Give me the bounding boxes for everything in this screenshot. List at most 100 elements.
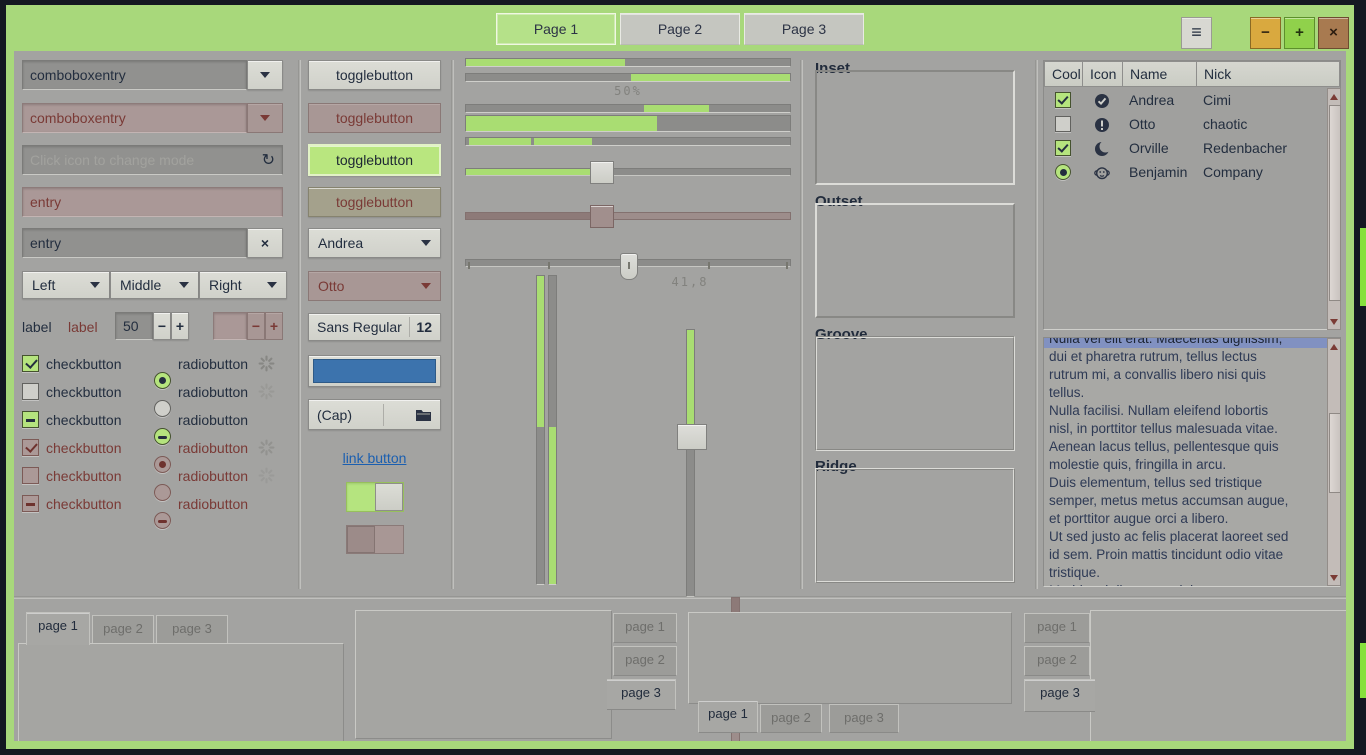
comboboxentry-dropdown-button[interactable] xyxy=(247,60,283,90)
scrollbar-thumb[interactable] xyxy=(1329,105,1341,301)
hamburger-icon: ≡ xyxy=(1191,22,1202,42)
color-swatch xyxy=(313,359,436,383)
checkbutton-label: checkbutton xyxy=(46,496,122,513)
column-header-name[interactable]: Name xyxy=(1123,61,1197,87)
column-header-icon[interactable]: Icon xyxy=(1083,61,1123,87)
vscale[interactable] xyxy=(686,329,695,597)
column-header-nick[interactable]: Nick xyxy=(1197,61,1340,87)
treeview-scrollbar[interactable] xyxy=(1327,88,1341,330)
row-radio-selected[interactable] xyxy=(1055,164,1071,180)
hscale-knob[interactable] xyxy=(590,161,614,184)
checkbutton-checked[interactable] xyxy=(22,355,39,372)
close-button[interactable]: × xyxy=(1318,17,1349,49)
row-checkbox-checked[interactable] xyxy=(1055,140,1071,156)
checkbutton-label: checkbutton xyxy=(46,412,122,429)
spinner-icon xyxy=(258,383,275,400)
link-button-label: link button xyxy=(343,450,407,466)
scrollbar-thumb[interactable] xyxy=(1329,413,1341,493)
font-button[interactable]: Sans Regular 12 xyxy=(308,313,441,341)
link-button[interactable]: link button xyxy=(308,450,441,468)
name-combobox[interactable]: Andrea xyxy=(308,228,441,258)
switch-knob[interactable] xyxy=(375,483,403,511)
cell-nick: Cimi xyxy=(1203,92,1231,108)
align-combo-middle[interactable]: Middle xyxy=(110,271,199,299)
maximize-button[interactable]: + xyxy=(1284,17,1315,49)
check-icon xyxy=(25,356,38,369)
table-row[interactable]: Otto chaotic xyxy=(1044,113,1326,137)
column-header-cool[interactable]: Cool xyxy=(1044,61,1083,87)
titlebar-tab-page2[interactable]: Page 2 xyxy=(620,13,740,45)
notebook3-tab-page3[interactable]: page 3 xyxy=(829,704,899,733)
minimize-button[interactable]: − xyxy=(1250,17,1281,49)
togglebutton-active[interactable]: togglebutton xyxy=(308,144,441,176)
table-row[interactable]: Benjamin Company xyxy=(1044,161,1326,185)
text-line: dui et pharetra rutrum, tellus lectus xyxy=(1044,348,1340,366)
titlebar[interactable]: Page 1 Page 2 Page 3 ≡ − + × xyxy=(6,5,1354,51)
row-checkbox-checked[interactable] xyxy=(1055,92,1071,108)
notebook3-tab-page2[interactable]: page 2 xyxy=(760,704,822,733)
checkbutton-unchecked[interactable] xyxy=(22,383,39,400)
titlebar-tab-page1[interactable]: Page 1 xyxy=(496,13,616,45)
togglebutton-label: togglebutton xyxy=(336,110,413,126)
vscale-knob[interactable] xyxy=(677,424,707,450)
spin-minus-button[interactable]: − xyxy=(153,312,171,340)
titlebar-tab-page3[interactable]: Page 3 xyxy=(744,13,864,45)
menu-button[interactable]: ≡ xyxy=(1181,17,1212,49)
scroll-up-button[interactable] xyxy=(1329,340,1339,353)
cell-name: Otto xyxy=(1129,116,1155,132)
togglebutton-label: togglebutton xyxy=(336,67,413,83)
switch-on[interactable] xyxy=(346,482,404,512)
pane-separator[interactable] xyxy=(451,60,454,589)
cell-name: Orville xyxy=(1129,140,1169,156)
checkbutton-indeterminate[interactable] xyxy=(22,411,39,428)
notebook2-tab-page2[interactable]: page 2 xyxy=(613,646,677,676)
progressbar-pulse xyxy=(465,104,791,113)
textview[interactable]: Nulla vel elit erat. Maecenas dignissim,… xyxy=(1043,337,1341,587)
textview-scrollbar[interactable] xyxy=(1327,338,1341,586)
color-button[interactable] xyxy=(308,355,441,387)
clear-entry-button[interactable]: × xyxy=(247,228,283,258)
notebook1-tab-page3[interactable]: page 3 xyxy=(156,615,228,644)
notebook4-tab-page1[interactable]: page 1 xyxy=(1024,613,1090,643)
scroll-down-button[interactable] xyxy=(1329,571,1339,584)
notebook1-tab-page1[interactable]: page 1 xyxy=(26,612,90,645)
file-name-value: (Cap) xyxy=(317,407,352,423)
spinbutton-value[interactable]: 50 xyxy=(115,312,153,340)
arrow-down-icon xyxy=(1330,319,1338,325)
notebook4-tab-page3[interactable]: page 3 xyxy=(1024,679,1095,712)
notebook3-tab-page1[interactable]: page 1 xyxy=(698,701,758,733)
cell-nick: Company xyxy=(1203,164,1263,180)
chevron-down-icon xyxy=(421,283,431,289)
pane-separator[interactable] xyxy=(800,60,803,589)
table-row[interactable]: Orville Redenbacher xyxy=(1044,137,1326,161)
comboboxentry-input[interactable]: comboboxentry xyxy=(22,60,247,90)
entry-progressbar[interactable] xyxy=(465,115,791,132)
align-combo-right[interactable]: Right xyxy=(199,271,287,299)
entry-clearable[interactable]: entry xyxy=(22,228,247,258)
text-line: tristique. xyxy=(1044,564,1340,582)
cell-name: Benjamin xyxy=(1129,164,1187,180)
file-chooser-button[interactable]: (Cap) xyxy=(308,399,441,430)
hscale[interactable] xyxy=(465,168,791,176)
scroll-down-button[interactable] xyxy=(1329,315,1339,328)
togglebutton-active-disabled: togglebutton xyxy=(308,187,441,217)
scroll-up-button[interactable] xyxy=(1329,90,1339,103)
cell-name: Andrea xyxy=(1129,92,1174,108)
notebook1-tab-page2[interactable]: page 2 xyxy=(92,615,154,644)
table-row[interactable]: Andrea Cimi xyxy=(1044,89,1326,113)
refresh-icon[interactable]: ↻ xyxy=(262,150,275,170)
progress-empty xyxy=(549,276,556,427)
togglebutton-normal[interactable]: togglebutton xyxy=(308,60,441,90)
pane-separator[interactable] xyxy=(1035,60,1038,589)
pane-separator[interactable] xyxy=(298,60,301,589)
vscale-fill xyxy=(687,330,694,428)
spin-plus-button[interactable]: + xyxy=(171,312,189,340)
align-combo-left[interactable]: Left xyxy=(22,271,110,299)
mode-entry[interactable]: Click icon to change mode ↻ xyxy=(22,145,283,175)
notebook2-tab-page1[interactable]: page 1 xyxy=(613,613,677,643)
row-checkbox-unchecked[interactable] xyxy=(1055,116,1071,132)
notebook2-content xyxy=(355,610,612,739)
comboboxentry-text: comboboxentry xyxy=(30,67,126,83)
notebook4-tab-page2[interactable]: page 2 xyxy=(1024,646,1090,676)
notebook2-tab-page3[interactable]: page 3 xyxy=(607,679,676,710)
